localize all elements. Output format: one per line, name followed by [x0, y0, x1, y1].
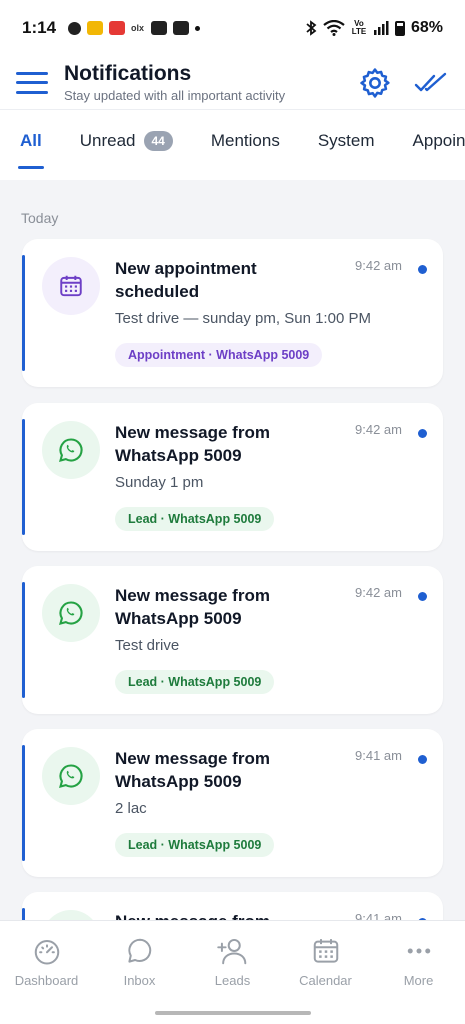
unread-count-badge: 44	[143, 131, 173, 151]
section-label-today: Today	[21, 210, 59, 226]
notification-title: New message from WhatsApp 5009	[115, 423, 270, 465]
nav-label: More	[403, 973, 434, 988]
notification-list[interactable]: Today New appointment scheduled 9:42 am …	[0, 180, 465, 920]
notification-card[interactable]: New message from WhatsApp 5009 9:42 am T…	[22, 566, 443, 714]
status-bar: 1:14 olx Vo LTE 68%	[0, 0, 465, 56]
notification-time: 9:42 am	[355, 422, 402, 437]
notification-time: 9:42 am	[355, 258, 402, 273]
tab-appointments[interactable]: Appointments	[413, 111, 465, 171]
tab-all[interactable]: All	[18, 111, 44, 171]
calendar-icon	[42, 257, 100, 315]
notification-time: 9:41 am	[355, 748, 402, 763]
gauge-icon	[31, 935, 63, 967]
more-notifications-dot	[195, 25, 201, 31]
nav-label: Inbox	[123, 973, 156, 988]
notification-title: New message from WhatsApp 5009	[115, 749, 270, 791]
signal-icon	[373, 21, 389, 35]
status-time: 1:14	[22, 18, 57, 37]
add-user-icon	[216, 935, 249, 967]
chat-bubble-icon	[124, 935, 156, 967]
battery-icon	[394, 20, 405, 36]
notification-body: Test drive	[115, 637, 180, 654]
nav-inbox[interactable]: Inbox	[93, 921, 186, 1024]
nav-leads[interactable]: Leads	[186, 921, 279, 1024]
settings-button[interactable]	[357, 65, 393, 101]
youtube-icon	[173, 21, 190, 35]
filter-tabs: All Unread 44 Mentions System Appointment…	[0, 111, 465, 171]
volte-label: Vo LTE	[351, 19, 367, 36]
unread-dot	[418, 592, 427, 601]
menu-icon[interactable]	[16, 71, 48, 94]
calendar-icon	[310, 935, 342, 967]
whatsapp-icon	[42, 421, 100, 479]
unread-accent-bar	[22, 908, 25, 920]
bluetooth-icon	[306, 20, 317, 36]
notification-card[interactable]: New message from WhatsApp 5009 9:42 am S…	[22, 403, 443, 551]
tab-label: All	[20, 131, 42, 150]
unread-dot	[418, 755, 427, 764]
gear-icon	[360, 67, 390, 98]
unread-dot	[418, 265, 427, 274]
notification-time: 9:41 am	[355, 911, 402, 920]
notification-card[interactable]: New message from WhatsApp 5009 9:41 am 2…	[22, 729, 443, 877]
tab-label: System	[317, 131, 375, 150]
more-dots-icon	[403, 935, 435, 967]
page-subtitle: Stay updated with all important activity	[64, 87, 286, 103]
youtube-icon	[151, 21, 168, 35]
notification-tag: Lead · WhatsApp 5009	[115, 507, 275, 531]
nav-label: Calendar	[299, 973, 352, 988]
unread-accent-bar	[22, 255, 25, 371]
whatsapp-icon	[42, 747, 100, 805]
notification-title: New message from	[115, 910, 335, 920]
wifi-icon	[323, 20, 345, 36]
notification-body: Test drive — sunday pm, Sun 1:00 PM	[115, 310, 371, 327]
nav-dashboard[interactable]: Dashboard	[0, 921, 93, 1024]
battery-level: 68%	[410, 19, 443, 36]
notification-time: 9:42 am	[355, 585, 402, 600]
notification-body: 2 lac	[115, 800, 147, 817]
tab-mentions[interactable]: Mentions	[211, 111, 280, 171]
tab-label: Mentions	[210, 131, 280, 150]
chat-notification-icon	[68, 21, 82, 35]
notification-tag: Appointment · WhatsApp 5009	[115, 343, 323, 367]
unread-accent-bar	[22, 419, 25, 535]
tab-label: Appointments	[412, 131, 465, 150]
unread-accent-bar	[22, 745, 25, 861]
unread-dot	[418, 429, 427, 438]
notification-card[interactable]: New appointment scheduled 9:42 am Test d…	[22, 239, 443, 387]
nav-more[interactable]: More	[372, 921, 465, 1024]
olx-notification-icon: olx	[131, 23, 145, 33]
tab-unread[interactable]: Unread 44	[80, 111, 173, 171]
double-check-icon	[414, 72, 447, 91]
notification-tag: Lead · WhatsApp 5009	[115, 670, 275, 694]
bottom-navigation: Dashboard Inbox Leads Calendar More	[0, 920, 465, 1024]
app-notification-icon	[87, 21, 104, 35]
notification-title: New message from WhatsApp 5009	[115, 586, 270, 628]
nav-label: Leads	[214, 973, 251, 988]
nav-label: Dashboard	[14, 973, 79, 988]
home-indicator[interactable]	[155, 1011, 311, 1015]
whatsapp-icon	[42, 910, 100, 920]
notification-title: New appointment scheduled	[115, 259, 257, 301]
calendar-notification-icon	[109, 21, 126, 35]
nav-calendar[interactable]: Calendar	[279, 921, 372, 1024]
mark-all-read-button[interactable]	[413, 65, 449, 101]
page-title: Notifications	[64, 61, 192, 85]
notification-body: Sunday 1 pm	[115, 474, 204, 491]
app-header: Notifications Stay updated with all impo…	[0, 56, 465, 110]
tab-label: Unread	[79, 131, 136, 150]
whatsapp-icon	[42, 584, 100, 642]
notification-tag: Lead · WhatsApp 5009	[115, 833, 275, 857]
tab-system[interactable]: System	[318, 111, 375, 171]
unread-accent-bar	[22, 582, 25, 698]
notification-card[interactable]: New message from 9:41 am	[22, 892, 443, 920]
